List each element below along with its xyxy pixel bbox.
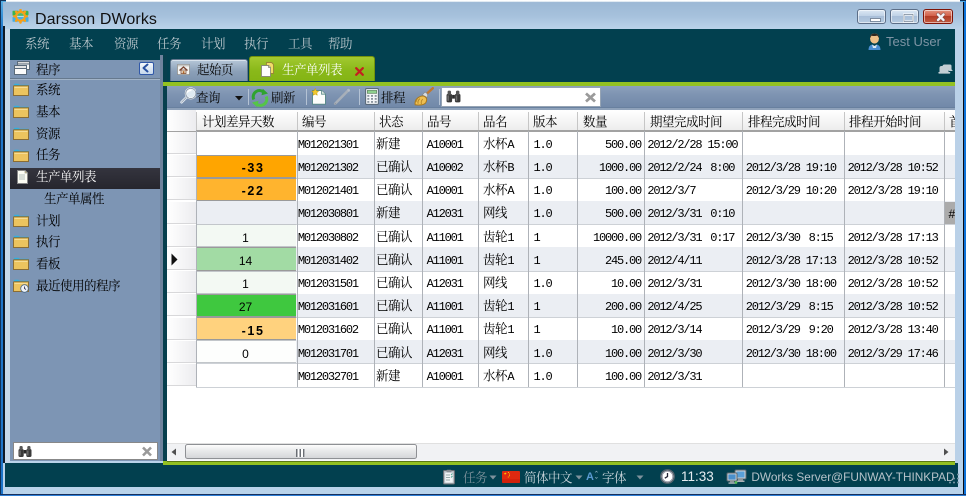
- svg-text:A: A: [586, 471, 594, 482]
